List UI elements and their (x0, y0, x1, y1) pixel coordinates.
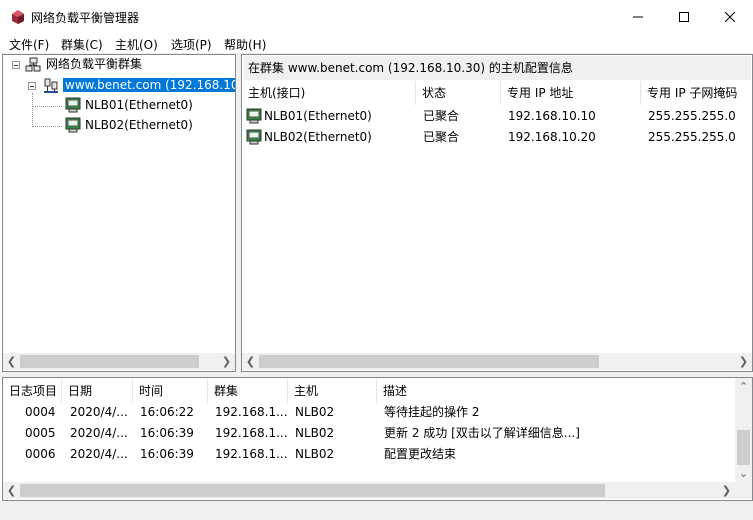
log-row[interactable]: 0006 2020/4/... 16:06:39 192.168.1... NL… (3, 444, 735, 465)
scroll-left-icon[interactable]: ❮ (3, 353, 20, 370)
host-detail-pane: 在群集 www.benet.com (192.168.10.30) 的主机配置信… (241, 54, 753, 372)
cell-host: NLB01(Ethernet0) (264, 109, 372, 123)
menu-options[interactable]: 选项(P) (171, 36, 212, 53)
log-row[interactable]: 0005 2020/4/... 16:06:39 192.168.1... NL… (3, 423, 735, 444)
menu-file[interactable]: 文件(F) (9, 36, 49, 53)
minimize-icon (633, 16, 643, 17)
cluster-tree-pane: 网络负载平衡群集 www.benet.com (192.168.10.3 NLB… (2, 54, 236, 372)
detail-hscroll-thumb[interactable] (259, 355, 599, 368)
cell-mask: 255.255.255.0 (648, 109, 736, 123)
cell-ip: 192.168.10.10 (508, 109, 596, 123)
cell-mask: 255.255.255.0 (648, 130, 736, 144)
log-cell-host: NLB02 (295, 405, 335, 419)
maximize-icon (679, 11, 689, 22)
tree-collapse-root[interactable] (12, 61, 20, 69)
cell-ip: 192.168.10.20 (508, 130, 596, 144)
log-cell-time: 16:06:39 (140, 426, 194, 440)
tree-connector (33, 106, 62, 107)
menu-bar: 文件(F) 群集(C) 主机(O) 选项(P) 帮助(H) (0, 33, 753, 53)
tree-hscroll-thumb[interactable] (20, 355, 199, 368)
host-icon (246, 129, 262, 145)
tree-connector (32, 93, 33, 127)
tree-host-nlb02[interactable]: NLB02(Ethernet0) (85, 116, 193, 134)
host-icon (65, 117, 81, 133)
detail-hscrollbar[interactable]: ❮ ❯ (242, 353, 752, 370)
tree-connector (33, 126, 62, 127)
col-header-host[interactable]: 主机(接口) (242, 81, 416, 105)
scroll-up-icon[interactable]: ⌃ (735, 378, 752, 395)
tree-root-label[interactable]: 网络负载平衡群集 (46, 55, 142, 73)
log-cell-date: 2020/4/... (70, 447, 128, 461)
scrollbar-corner (735, 482, 752, 499)
log-cell-id: 0006 (25, 447, 56, 461)
log-col-header-date[interactable]: 日期 (62, 379, 133, 403)
log-cell-id: 0005 (25, 426, 56, 440)
log-cell-desc: 配置更改结束 (384, 447, 457, 461)
cell-status: 已聚合 (423, 130, 460, 144)
log-cell-cluster: 192.168.1... (215, 447, 288, 461)
maximize-button[interactable] (661, 0, 707, 33)
title-bar: 网络负载平衡管理器 (0, 0, 753, 33)
cell-status: 已聚合 (423, 109, 460, 123)
menu-cluster[interactable]: 群集(C) (61, 36, 103, 53)
log-hscroll-thumb[interactable] (20, 484, 605, 497)
log-col-header-host[interactable]: 主机 (288, 379, 377, 403)
scroll-left-icon[interactable]: ❮ (3, 482, 20, 499)
tree-cluster-node[interactable]: www.benet.com (192.168.10.3 (63, 76, 235, 94)
log-cell-date: 2020/4/... (70, 426, 128, 440)
log-col-header-desc[interactable]: 描述 (377, 379, 734, 403)
host-icon (246, 108, 262, 124)
tree-hscrollbar[interactable]: ❮ ❯ (3, 353, 235, 370)
log-pane: 日志项目 日期 时间 群集 主机 描述 0004 2020/4/... 16:0… (2, 377, 753, 501)
log-cell-desc: 等待挂起的操作 2 (384, 405, 480, 419)
table-row[interactable]: NLB01(Ethernet0) 已聚合 192.168.10.10 255.2… (242, 106, 752, 126)
menu-host[interactable]: 主机(O) (115, 36, 158, 53)
tree-host-nlb01[interactable]: NLB01(Ethernet0) (85, 96, 193, 114)
log-cell-time: 16:06:39 (140, 447, 194, 461)
scroll-right-icon[interactable]: ❯ (735, 353, 752, 370)
log-cell-time: 16:06:22 (140, 405, 194, 419)
detail-caption: 在群集 www.benet.com (192.168.10.30) 的主机配置信… (244, 56, 751, 80)
log-col-header-time[interactable]: 时间 (133, 379, 208, 403)
log-cell-id: 0004 (25, 405, 56, 419)
scroll-right-icon[interactable]: ❯ (218, 353, 235, 370)
host-icon (65, 97, 81, 113)
scroll-left-icon[interactable]: ❮ (242, 353, 259, 370)
tree-cluster-label: www.benet.com (192.168.10.3 (63, 78, 235, 92)
tree-collapse-cluster[interactable] (28, 82, 36, 90)
log-cell-desc: 更新 2 成功 [双击以了解详细信息...] (384, 426, 580, 440)
col-header-mask[interactable]: 专用 IP 子网掩码 (641, 81, 752, 105)
close-button[interactable] (707, 0, 753, 33)
status-bar (0, 501, 753, 520)
log-hscrollbar[interactable]: ❮ ❯ (3, 482, 735, 499)
log-cell-host: NLB02 (295, 426, 335, 440)
close-icon (725, 11, 735, 22)
log-vscrollbar[interactable]: ⌃ ⌄ (735, 378, 752, 482)
menu-help[interactable]: 帮助(H) (224, 36, 266, 53)
scroll-down-icon[interactable]: ⌄ (735, 465, 752, 482)
log-cell-host: NLB02 (295, 447, 335, 461)
log-row[interactable]: 0004 2020/4/... 16:06:22 192.168.1... NL… (3, 402, 735, 423)
nlb-app-icon (12, 10, 24, 24)
minimize-button[interactable] (615, 0, 661, 33)
log-cell-cluster: 192.168.1... (215, 405, 288, 419)
log-col-header-cluster[interactable]: 群集 (208, 379, 288, 403)
cluster-icon (44, 78, 58, 93)
col-header-status[interactable]: 状态 (416, 81, 501, 105)
table-row[interactable]: NLB02(Ethernet0) 已聚合 192.168.10.20 255.2… (242, 127, 752, 147)
cell-host: NLB02(Ethernet0) (264, 130, 372, 144)
log-cell-cluster: 192.168.1... (215, 426, 288, 440)
log-col-header-id[interactable]: 日志项目 (3, 379, 62, 403)
log-vscroll-thumb[interactable] (737, 430, 750, 465)
scroll-right-icon[interactable]: ❯ (718, 482, 735, 499)
cluster-group-icon (25, 57, 41, 72)
window-title: 网络负载平衡管理器 (31, 11, 140, 25)
log-cell-date: 2020/4/... (70, 405, 128, 419)
col-header-ip[interactable]: 专用 IP 地址 (501, 81, 641, 105)
